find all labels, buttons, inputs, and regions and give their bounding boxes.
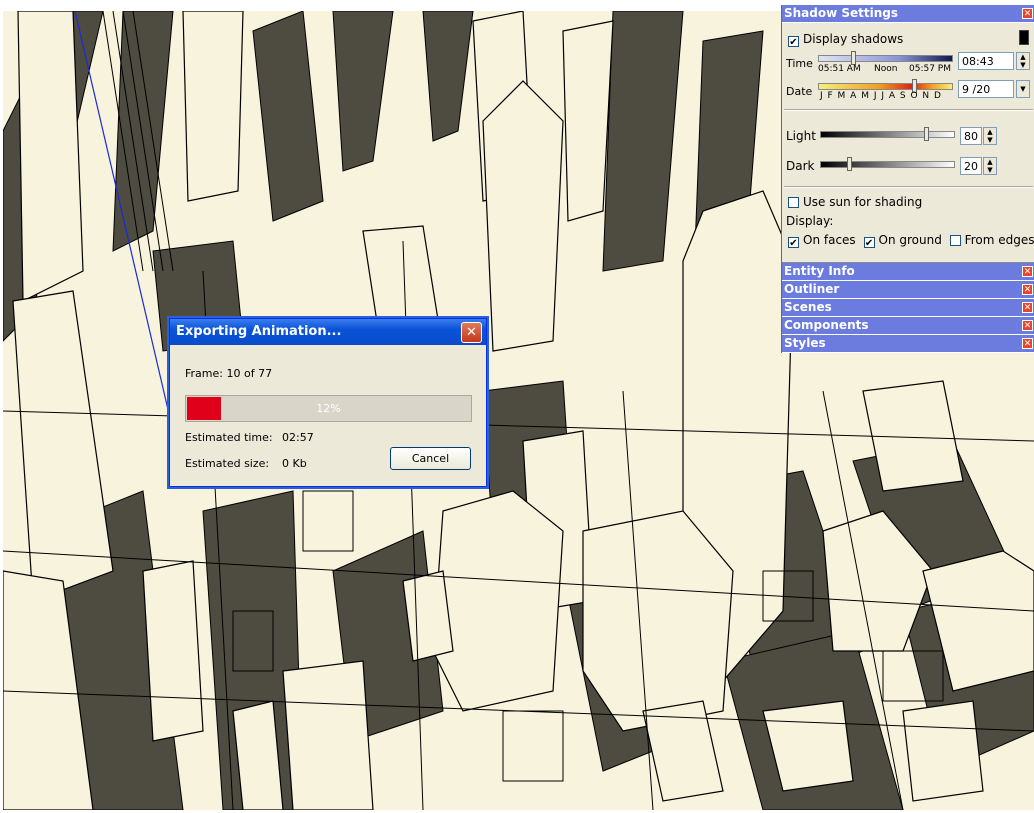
dropdown-arrow-icon[interactable]: ▼ [1016,80,1030,98]
components-panel-title[interactable]: Components ✕ [782,317,1034,335]
from-edges-checkbox[interactable] [949,235,961,246]
on-faces-checkbox[interactable]: ✔ [788,237,799,249]
time-tick-noon: Noon [874,64,898,74]
scenes-panel-title[interactable]: Scenes ✕ [782,299,1034,317]
panel-title-text: Styles [784,336,826,350]
export-progress-bar: 12% [185,395,472,422]
close-icon[interactable]: ✕ [1022,320,1033,331]
panel-title[interactable]: Shadow Settings ✕ [782,5,1034,23]
light-slider-thumb[interactable] [924,127,929,141]
collapse-panel-icon[interactable] [1019,30,1029,45]
display-shadows-checkbox[interactable]: ✔ [788,36,799,48]
date-month-ticks: J F M A M J J A S O N D [820,91,942,101]
light-label: Light [786,129,816,143]
spin-up-icon[interactable]: ▲ [987,158,992,166]
close-icon[interactable]: ✕ [1022,266,1033,277]
spin-up-icon[interactable]: ▲ [987,128,992,136]
shadow-settings-body: ✔ Display shadows Time 05:51 AM Noon 05:5… [782,23,1034,263]
spin-down-icon[interactable]: ▼ [987,166,992,174]
panel-title-text: Entity Info [784,264,855,278]
exporting-animation-dialog: Exporting Animation... ✕ Frame: 10 of 77… [169,318,487,487]
spin-up-icon[interactable]: ▲ [1020,53,1025,61]
time-label: Time [786,57,813,70]
time-spinner[interactable]: ▲ ▼ [1016,52,1030,70]
spin-down-icon[interactable]: ▼ [1020,61,1025,69]
close-icon[interactable]: ✕ [1022,284,1033,295]
cancel-button[interactable]: Cancel [390,447,471,470]
frame-counter: Frame: 10 of 77 [185,367,273,380]
display-label: Display: [786,214,834,228]
from-edges-label: From edges [964,233,1034,247]
panel-title-text: Shadow Settings [784,6,899,20]
light-input[interactable]: 80 [960,127,982,145]
styles-panel-title[interactable]: Styles ✕ [782,335,1034,353]
shadow-settings-panel: Shadow Settings ✕ ✔ Display shadows Time … [781,5,1034,353]
estimated-size-label: Estimated size: [185,457,270,470]
spin-down-icon[interactable]: ▼ [987,136,992,144]
time-tick-start: 05:51 AM [818,64,861,74]
display-options-row: ✔ On faces ✔ On ground From edges [788,233,1034,249]
time-slider[interactable] [818,55,953,62]
panel-title-text: Components [784,318,869,332]
light-spinner[interactable]: ▲ ▼ [983,127,997,145]
light-slider[interactable] [820,131,955,138]
time-slider-thumb[interactable] [851,51,856,65]
dialog-title: Exporting Animation... [176,324,342,339]
date-label: Date [786,85,813,98]
dark-input[interactable]: 20 [960,157,982,175]
dark-label: Dark [786,159,815,173]
close-icon[interactable]: ✕ [1022,302,1033,313]
date-input[interactable]: 9 /20 [958,80,1014,98]
separator [784,109,1033,111]
close-icon[interactable]: ✕ [1022,8,1033,19]
use-sun-label: Use sun for shading [803,195,923,209]
dark-slider[interactable] [820,161,955,168]
dark-spinner[interactable]: ▲ ▼ [983,157,997,175]
dark-slider-thumb[interactable] [847,157,852,171]
on-ground-label: On ground [878,233,942,247]
on-faces-label: On faces [803,233,856,247]
time-tick-end: 05:57 PM [909,64,951,74]
estimated-time-value: 02:57 [282,431,314,444]
progress-percent: 12% [316,402,341,415]
estimated-time-label: Estimated time: [185,431,273,444]
separator [784,186,1033,188]
display-shadows-label: Display shadows [803,32,904,46]
close-icon[interactable]: ✕ [461,322,482,343]
dialog-titlebar[interactable]: Exporting Animation... ✕ [170,319,486,345]
on-ground-checkbox[interactable]: ✔ [863,237,875,249]
estimated-size-value: 0 Kb [282,457,307,470]
use-sun-row[interactable]: Use sun for shading [788,195,922,209]
entity-info-panel-title[interactable]: Entity Info ✕ [782,263,1034,281]
display-shadows-row[interactable]: ✔ Display shadows [788,32,904,48]
time-input[interactable]: 08:43 [958,52,1014,70]
outliner-panel-title[interactable]: Outliner ✕ [782,281,1034,299]
date-slider[interactable] [818,83,953,90]
panel-title-text: Scenes [784,300,832,314]
use-sun-checkbox[interactable] [788,197,799,208]
panel-title-text: Outliner [784,282,840,296]
close-icon[interactable]: ✕ [1022,338,1033,349]
